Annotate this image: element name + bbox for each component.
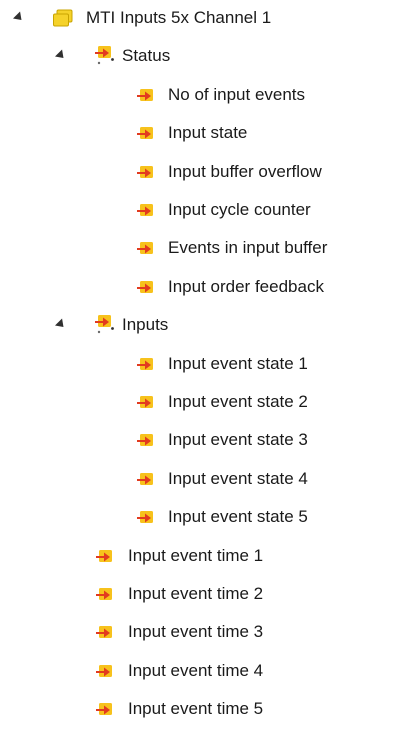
tree-node-label: Input event time 2 xyxy=(128,584,264,603)
expand-collapse-chevron-icon[interactable] xyxy=(12,11,26,24)
tree-node-label: MTI Inputs 5x Channel 1 xyxy=(86,8,272,27)
input-group-icon xyxy=(90,44,118,66)
tree-node-variable[interactable]: Input event state 5 xyxy=(0,505,402,543)
input-variable-icon xyxy=(93,662,115,682)
tree-node-label: Input event state 1 xyxy=(168,353,308,373)
tree-node-variable[interactable]: Input event time 5 xyxy=(0,697,402,735)
module-folder-icon xyxy=(52,8,74,28)
tree-node-label: Input buffer overflow xyxy=(168,161,322,181)
tree-node-label: Input state xyxy=(168,123,248,143)
tree-node-label: Input event state 4 xyxy=(168,468,308,488)
input-variable-icon xyxy=(93,700,115,720)
tree-node-variable[interactable]: Input event state 3 xyxy=(0,428,402,466)
expand-collapse-chevron-icon[interactable] xyxy=(54,318,68,331)
tree-node-label: Input event time 3 xyxy=(128,622,264,642)
tree-node-group-status[interactable]: Status xyxy=(0,44,402,82)
tree-node-label: Input cycle counter xyxy=(168,200,311,219)
tree-node-variable[interactable]: No of input events xyxy=(0,83,402,121)
tree-node-variable[interactable]: Input event time 2 xyxy=(0,582,402,620)
tree-node-variable[interactable]: Input state xyxy=(0,121,402,159)
input-group-icon xyxy=(90,313,118,335)
tree-node-variable[interactable]: Input buffer overflow xyxy=(0,160,402,198)
input-variable-icon xyxy=(93,623,115,643)
tree-node-label: Input order feedback xyxy=(168,276,324,296)
tree-node-variable[interactable]: Events in input buffer xyxy=(0,236,402,274)
input-variable-icon xyxy=(134,239,156,259)
tree-node-variable[interactable]: Input cycle counter xyxy=(0,198,402,236)
io-tree-view[interactable]: MTI Inputs 5x Channel 1 Status No of input… xyxy=(0,0,402,722)
expand-collapse-chevron-icon[interactable] xyxy=(54,49,68,62)
tree-node-label: Input event time 1 xyxy=(128,545,264,565)
input-variable-icon xyxy=(134,431,156,451)
input-variable-icon xyxy=(134,86,156,106)
tree-node-label: Input event time 5 xyxy=(128,699,264,719)
input-variable-icon xyxy=(134,163,156,183)
input-variable-icon xyxy=(134,470,156,490)
tree-node-variable[interactable]: Input event time 3 xyxy=(0,620,402,658)
tree-node-variable[interactable]: Input event state 4 xyxy=(0,467,402,505)
tree-node-variable[interactable]: Input event state 1 xyxy=(0,352,402,390)
tree-node-label: Events in input buffer xyxy=(168,238,328,258)
tree-node-variable[interactable]: Input event time 4 xyxy=(0,659,402,697)
tree-node-root[interactable]: MTI Inputs 5x Channel 1 xyxy=(0,6,402,44)
tree-node-label: Inputs xyxy=(122,315,169,335)
tree-node-label: Input event state 2 xyxy=(168,392,308,411)
tree-node-variable[interactable]: Input event state 2 xyxy=(0,390,402,428)
tree-node-group-inputs[interactable]: Inputs xyxy=(0,313,402,351)
input-variable-icon xyxy=(134,278,156,298)
tree-node-variable[interactable]: Input order feedback xyxy=(0,275,402,313)
input-variable-icon xyxy=(134,508,156,528)
input-variable-icon xyxy=(93,547,115,567)
input-variable-icon xyxy=(134,393,156,413)
input-variable-icon xyxy=(134,124,156,144)
input-variable-icon xyxy=(134,201,156,221)
input-variable-icon xyxy=(93,585,115,605)
tree-node-label: Input event time 4 xyxy=(128,660,264,680)
tree-node-variable[interactable]: Input event time 1 xyxy=(0,544,402,582)
tree-node-label: Status xyxy=(122,46,171,66)
tree-node-label: Input event state 5 xyxy=(168,507,308,527)
tree-node-label: No of input events xyxy=(168,84,306,104)
input-variable-icon xyxy=(134,355,156,375)
tree-node-label: Input event state 3 xyxy=(168,430,308,450)
